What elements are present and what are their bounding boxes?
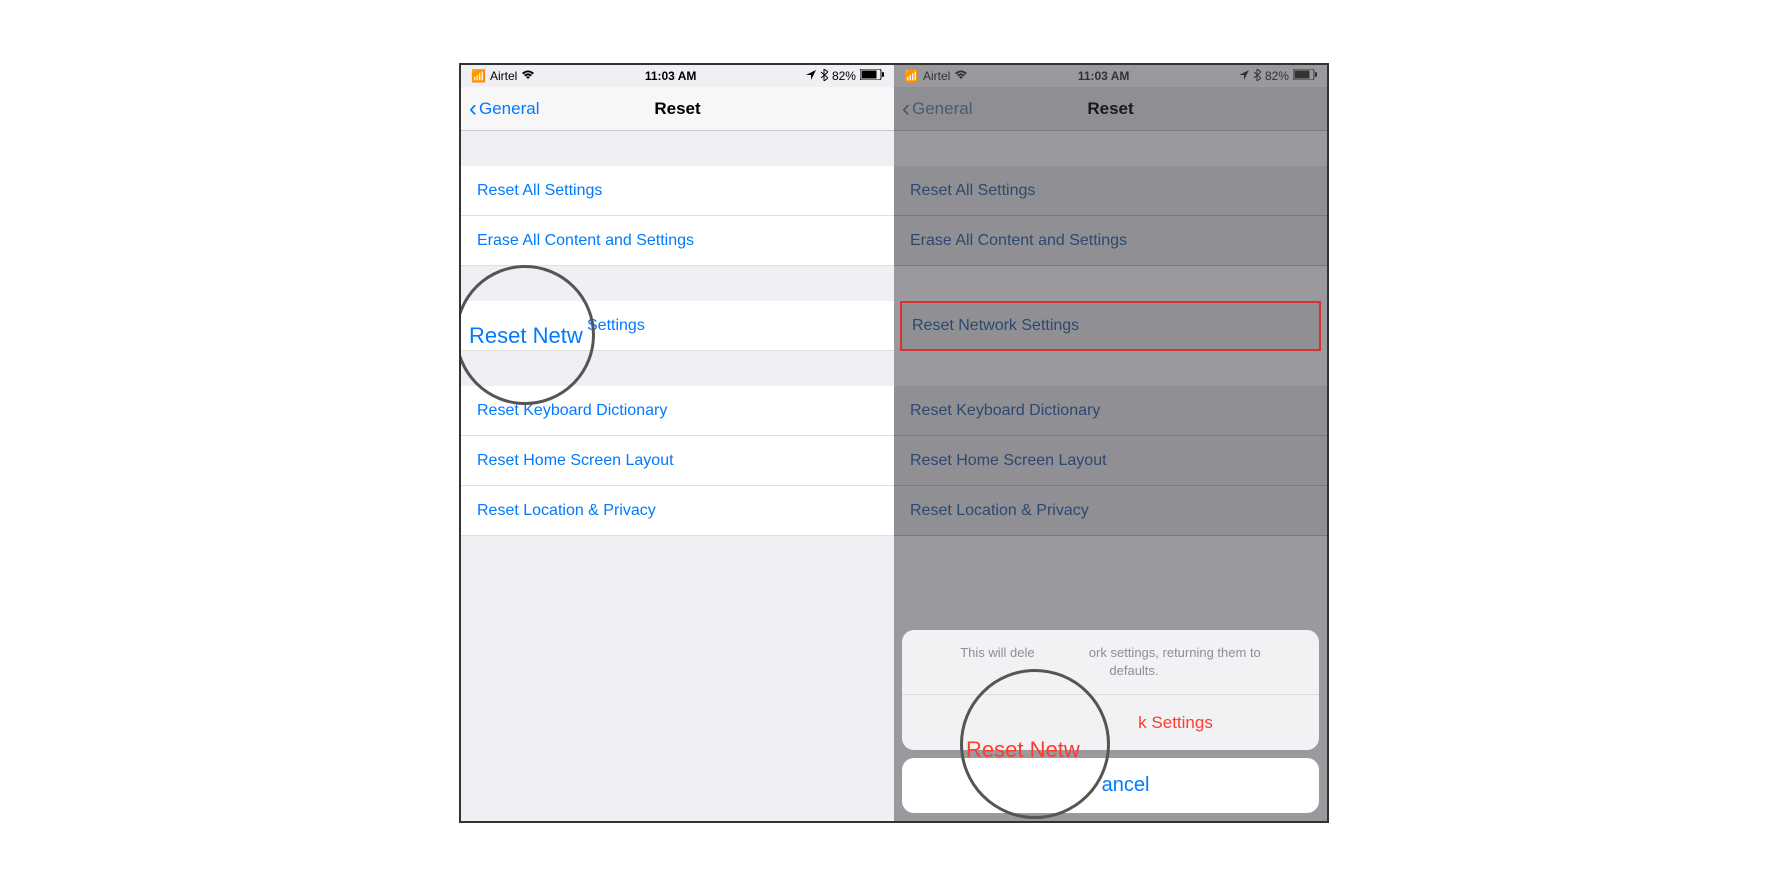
phone-screen-left: 📶 Airtel 11:03 AM 82% (461, 65, 894, 821)
carrier-name: Airtel (490, 69, 517, 83)
back-label: General (912, 99, 972, 119)
reset-location-privacy[interactable]: Reset Location & Privacy (894, 486, 1327, 536)
bluetooth-icon (1253, 69, 1261, 84)
wifi-icon (954, 69, 968, 83)
status-right: 82% (1239, 69, 1317, 84)
back-button[interactable]: ‹ General (902, 97, 972, 121)
action-sheet-message: This will dele ork settings, returning t… (902, 630, 1319, 695)
section-gap (461, 131, 894, 166)
nav-title: Reset (1087, 99, 1133, 119)
reset-network-settings[interactable]: Settings (461, 301, 894, 351)
section-gap (894, 131, 1327, 166)
location-icon (1239, 69, 1249, 83)
nav-bar: ‹ General Reset (894, 87, 1327, 131)
erase-all-content[interactable]: Erase All Content and Settings (461, 216, 894, 266)
status-bar: 📶 Airtel 11:03 AM 82% (894, 65, 1327, 87)
action-sheet: This will dele ork settings, returning t… (894, 622, 1327, 821)
action-message-text: This will dele ork settings, returning t… (960, 645, 1261, 678)
reset-keyboard-dictionary[interactable]: Reset Keyboard Dictionary (894, 386, 1327, 436)
confirm-reset-button[interactable]: k Settings (902, 695, 1319, 750)
reset-network-settings[interactable]: Reset Network Settings (900, 301, 1321, 351)
status-right: 82% (806, 69, 884, 84)
back-label: General (479, 99, 539, 119)
reset-home-screen[interactable]: Reset Home Screen Layout (461, 436, 894, 486)
bluetooth-icon (820, 69, 828, 84)
signal-icon: 📶 (471, 69, 486, 83)
status-left: 📶 Airtel (904, 69, 968, 83)
action-sheet-group: This will dele ork settings, returning t… (902, 630, 1319, 750)
bottom-filler (461, 536, 894, 821)
status-left: 📶 Airtel (471, 69, 535, 83)
chevron-left-icon: ‹ (469, 97, 477, 121)
reset-location-privacy[interactable]: Reset Location & Privacy (461, 486, 894, 536)
battery-icon (860, 69, 884, 83)
status-time: 11:03 AM (1078, 69, 1130, 83)
status-time: 11:03 AM (645, 69, 697, 83)
content-area: Reset All Settings Erase All Content and… (461, 131, 894, 821)
battery-percent: 82% (1265, 69, 1289, 83)
section-gap (894, 351, 1327, 386)
reset-keyboard-dictionary[interactable]: Reset Keyboard Dictionary (461, 386, 894, 436)
section-gap (894, 266, 1327, 301)
nav-bar: ‹ General Reset (461, 87, 894, 131)
reset-all-settings[interactable]: Reset All Settings (461, 166, 894, 216)
carrier-name: Airtel (923, 69, 950, 83)
back-button[interactable]: ‹ General (469, 97, 539, 121)
wifi-icon (521, 69, 535, 83)
cancel-button[interactable]: ancel (902, 758, 1319, 813)
section-gap (461, 266, 894, 301)
reset-network-label-rest: Settings (587, 317, 645, 335)
signal-icon: 📶 (904, 69, 919, 83)
cancel-label: ancel (1102, 774, 1150, 796)
battery-percent: 82% (832, 69, 856, 83)
status-bar: 📶 Airtel 11:03 AM 82% (461, 65, 894, 87)
battery-icon (1293, 69, 1317, 83)
chevron-left-icon: ‹ (902, 97, 910, 121)
confirm-label-rest: k Settings (1138, 713, 1213, 732)
screenshot-container: 📶 Airtel 11:03 AM 82% (459, 63, 1329, 823)
reset-all-settings[interactable]: Reset All Settings (894, 166, 1327, 216)
location-icon (806, 69, 816, 83)
section-gap (461, 351, 894, 386)
phone-screen-right: 📶 Airtel 11:03 AM 82% (894, 65, 1327, 821)
erase-all-content[interactable]: Erase All Content and Settings (894, 216, 1327, 266)
nav-title: Reset (654, 99, 700, 119)
reset-home-screen[interactable]: Reset Home Screen Layout (894, 436, 1327, 486)
